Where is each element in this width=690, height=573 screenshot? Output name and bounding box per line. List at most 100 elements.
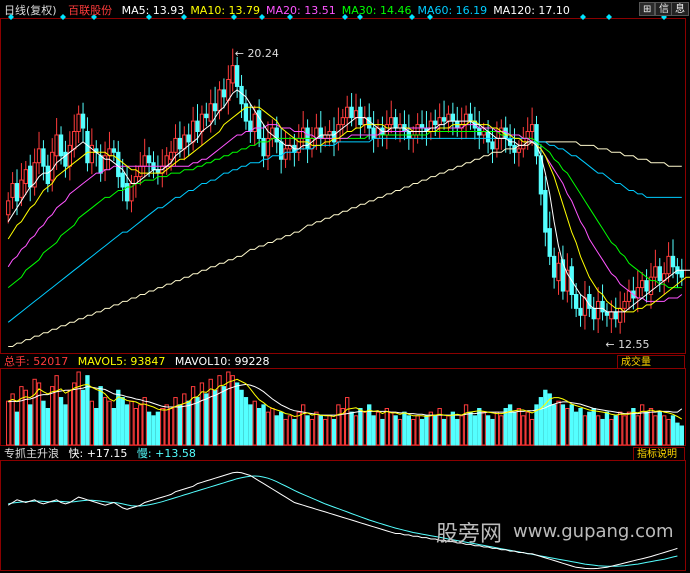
volume-bar-down — [212, 389, 218, 446]
volume-bar-up — [397, 418, 403, 446]
candle-up — [499, 127, 504, 139]
volume-bar-up — [230, 375, 235, 446]
volume-bar-up — [173, 397, 178, 446]
volume-bar-down — [450, 411, 456, 446]
watermark-url: www.gupang.com — [513, 521, 674, 542]
chart-canvas — [0, 14, 690, 571]
candle-down — [195, 120, 200, 133]
watermark-cn: 股旁网 — [436, 522, 503, 547]
volume-bar-up — [635, 415, 640, 446]
volume-bar-up — [252, 400, 257, 446]
volume-bar-down — [393, 415, 398, 446]
volume-bar-up — [459, 415, 464, 446]
mavol5-label: MAVOL5: 93847 — [77, 355, 166, 368]
candle-down — [547, 228, 552, 257]
indicator-help-button[interactable]: 指标说明 — [633, 447, 685, 461]
volume-bar-down — [675, 422, 680, 446]
candle-down — [441, 117, 447, 122]
candle-up — [72, 131, 77, 150]
volume-bar-up — [609, 418, 614, 446]
volume-bar-down — [600, 418, 605, 446]
candle-down — [212, 103, 218, 112]
volume-bar-down — [380, 418, 385, 446]
volume-bar-up — [327, 415, 332, 446]
volume-bar-up — [270, 408, 275, 446]
candle-up — [626, 290, 632, 302]
info-button-2[interactable]: 息 — [671, 2, 689, 16]
volume-bar-up — [36, 382, 42, 446]
volume-bar-up — [389, 411, 394, 446]
candle-down — [450, 113, 456, 122]
volume-bar-down — [151, 415, 156, 446]
indicator-name: 专抓主升浪 — [4, 447, 59, 460]
candle-down — [261, 137, 266, 157]
candle-down — [613, 311, 618, 320]
volume-bar-down — [547, 393, 552, 446]
indicator-fast: 快: +17.15 — [68, 447, 128, 460]
candle-up — [437, 117, 442, 126]
candle-down — [177, 137, 183, 150]
candle-down — [349, 106, 354, 119]
candle-up — [208, 103, 213, 122]
volume-button[interactable]: 成交量 — [617, 355, 685, 369]
period-label[interactable]: 日线(复权) — [4, 4, 57, 17]
candle-up — [389, 117, 394, 126]
candle-down — [278, 141, 284, 160]
volume-total: 总手: 52017 — [4, 355, 69, 368]
volume-bar-down — [512, 411, 517, 446]
volume-bar-up — [411, 418, 416, 446]
candle-up — [190, 120, 196, 143]
header-bar: 日线(复权) 百联股份 MA5: 13.93 MA10: 13.79 MA20: 1… — [4, 4, 570, 18]
candle-down — [433, 120, 438, 126]
volume-bar-up — [384, 408, 389, 446]
volume-bar-down — [472, 415, 478, 446]
candle-down — [468, 113, 473, 122]
candle-up — [6, 200, 11, 216]
volume-bar-down — [58, 397, 64, 446]
volume-bar-down — [94, 408, 99, 446]
candle-up — [653, 266, 658, 278]
volume-bar-down — [670, 415, 676, 446]
volume-bar-up — [102, 397, 108, 446]
candle-down — [111, 148, 117, 153]
volume-bar-up — [23, 389, 28, 446]
candle-up — [595, 300, 601, 320]
candle-up — [138, 165, 143, 178]
volume-bar-down — [278, 411, 284, 446]
volume-bar-up — [353, 415, 359, 446]
volume-bar-up — [375, 411, 381, 446]
candle-up — [529, 124, 535, 133]
candle-up — [67, 144, 73, 167]
volume-bar-down — [261, 404, 266, 446]
info-icon[interactable]: ⊞ — [639, 2, 655, 16]
volume-bar-up — [525, 411, 530, 446]
volume-bar-up — [301, 404, 306, 446]
candle-up — [556, 262, 561, 282]
volume-bar-up — [481, 411, 486, 446]
volume-bar-down — [424, 415, 429, 446]
volume-bar-up — [50, 386, 55, 446]
volume-bar-down — [318, 415, 323, 446]
candle-down — [45, 165, 50, 185]
candle-up — [481, 131, 486, 136]
volume-bar-down — [604, 411, 610, 446]
volume-bar-up — [666, 418, 671, 446]
candle-down — [393, 117, 398, 129]
candle-down — [14, 183, 20, 202]
candle-up — [50, 151, 55, 181]
volume-bar-down — [349, 411, 354, 446]
volume-bar-down — [14, 411, 20, 446]
price-panel-frame — [0, 18, 686, 354]
candle-up — [345, 106, 350, 119]
volume-bar-down — [120, 397, 125, 446]
mavol10-label: MAVOL10: 99228 — [174, 355, 270, 368]
volume-bar-up — [648, 408, 654, 446]
volume-bar-up — [314, 411, 319, 446]
candle-down — [239, 85, 244, 105]
volume-bar-up — [653, 415, 658, 446]
volume-bar-down — [578, 408, 583, 446]
volume-bar-up — [428, 411, 434, 446]
volume-bar-up — [345, 397, 350, 446]
volume-bar-down — [503, 408, 508, 446]
volume-bar-up — [67, 389, 73, 446]
